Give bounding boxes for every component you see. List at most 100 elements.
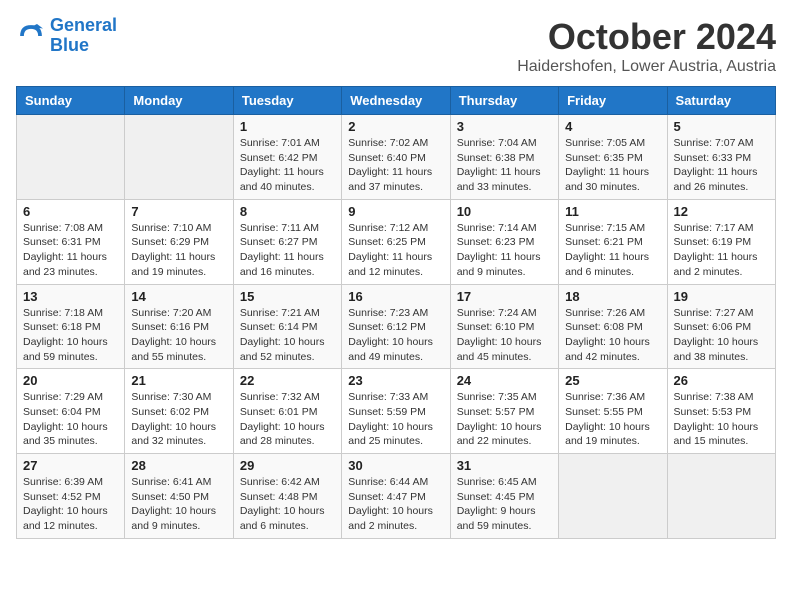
weekday-header: Saturday bbox=[667, 87, 775, 115]
day-info: Sunrise: 6:44 AM Sunset: 4:47 PM Dayligh… bbox=[348, 475, 443, 534]
calendar-cell: 16 Sunrise: 7:23 AM Sunset: 6:12 PM Dayli… bbox=[342, 284, 450, 369]
day-info: Sunrise: 7:15 AM Sunset: 6:21 PM Dayligh… bbox=[565, 221, 660, 280]
day-info: Sunrise: 7:08 AM Sunset: 6:31 PM Dayligh… bbox=[23, 221, 118, 280]
calendar-cell: 28Sunrise: 6:41 AM Sunset: 4:50 PM Dayli… bbox=[125, 454, 233, 539]
calendar-cell: 24 Sunrise: 7:35 AM Sunset: 5:57 PM Dayli… bbox=[450, 369, 558, 454]
day-number: 18 bbox=[565, 289, 660, 304]
day-info: Sunrise: 7:21 AM Sunset: 6:14 PM Dayligh… bbox=[240, 306, 335, 365]
calendar-cell: 10Sunrise: 7:14 AM Sunset: 6:23 PM Dayli… bbox=[450, 199, 558, 284]
day-info: Sunrise: 7:07 AM Sunset: 6:33 PM Dayligh… bbox=[674, 136, 769, 195]
day-number: 8 bbox=[240, 204, 335, 219]
calendar-cell: 15 Sunrise: 7:21 AM Sunset: 6:14 PM Dayli… bbox=[233, 284, 341, 369]
day-number: 22 bbox=[240, 373, 335, 388]
calendar-week-row: 20Sunrise: 7:29 AM Sunset: 6:04 PM Dayli… bbox=[17, 369, 776, 454]
day-number: 9 bbox=[348, 204, 443, 219]
day-number: 28 bbox=[131, 458, 226, 473]
day-info: Sunrise: 6:39 AM Sunset: 4:52 PM Dayligh… bbox=[23, 475, 118, 534]
calendar-cell: 18Sunrise: 7:26 AM Sunset: 6:08 PM Dayli… bbox=[559, 284, 667, 369]
weekday-header: Monday bbox=[125, 87, 233, 115]
calendar-week-row: 6Sunrise: 7:08 AM Sunset: 6:31 PM Daylig… bbox=[17, 199, 776, 284]
day-info: Sunrise: 7:36 AM Sunset: 5:55 PM Dayligh… bbox=[565, 390, 660, 449]
day-number: 17 bbox=[457, 289, 552, 304]
day-info: Sunrise: 7:11 AM Sunset: 6:27 PM Dayligh… bbox=[240, 221, 335, 280]
calendar-cell: 4 Sunrise: 7:05 AM Sunset: 6:35 PM Daylig… bbox=[559, 115, 667, 200]
day-number: 11 bbox=[565, 204, 660, 219]
calendar-cell: 17 Sunrise: 7:24 AM Sunset: 6:10 PM Dayli… bbox=[450, 284, 558, 369]
day-number: 10 bbox=[457, 204, 552, 219]
day-info: Sunrise: 7:17 AM Sunset: 6:19 PM Dayligh… bbox=[674, 221, 769, 280]
day-info: Sunrise: 6:42 AM Sunset: 4:48 PM Dayligh… bbox=[240, 475, 335, 534]
day-info: Sunrise: 7:33 AM Sunset: 5:59 PM Dayligh… bbox=[348, 390, 443, 449]
weekday-header: Tuesday bbox=[233, 87, 341, 115]
day-info: Sunrise: 7:05 AM Sunset: 6:35 PM Dayligh… bbox=[565, 136, 660, 195]
logo-icon bbox=[16, 21, 46, 51]
day-number: 3 bbox=[457, 119, 552, 134]
day-number: 2 bbox=[348, 119, 443, 134]
day-info: Sunrise: 7:32 AM Sunset: 6:01 PM Dayligh… bbox=[240, 390, 335, 449]
day-number: 16 bbox=[348, 289, 443, 304]
calendar-cell: 20Sunrise: 7:29 AM Sunset: 6:04 PM Dayli… bbox=[17, 369, 125, 454]
day-number: 14 bbox=[131, 289, 226, 304]
day-info: Sunrise: 7:24 AM Sunset: 6:10 PM Dayligh… bbox=[457, 306, 552, 365]
day-info: Sunrise: 7:18 AM Sunset: 6:18 PM Dayligh… bbox=[23, 306, 118, 365]
calendar-cell: 9 Sunrise: 7:12 AM Sunset: 6:25 PM Daylig… bbox=[342, 199, 450, 284]
day-number: 30 bbox=[348, 458, 443, 473]
day-number: 1 bbox=[240, 119, 335, 134]
calendar-cell: 22 Sunrise: 7:32 AM Sunset: 6:01 PM Dayli… bbox=[233, 369, 341, 454]
calendar-week-row: 27 Sunrise: 6:39 AM Sunset: 4:52 PM Dayli… bbox=[17, 454, 776, 539]
calendar-cell: 19 Sunrise: 7:27 AM Sunset: 6:06 PM Dayli… bbox=[667, 284, 775, 369]
weekday-header: Wednesday bbox=[342, 87, 450, 115]
day-number: 25 bbox=[565, 373, 660, 388]
weekday-header-row: SundayMondayTuesdayWednesdayThursdayFrid… bbox=[17, 87, 776, 115]
day-number: 21 bbox=[131, 373, 226, 388]
calendar-week-row: 1 Sunrise: 7:01 AM Sunset: 6:42 PM Daylig… bbox=[17, 115, 776, 200]
day-info: Sunrise: 7:12 AM Sunset: 6:25 PM Dayligh… bbox=[348, 221, 443, 280]
day-number: 12 bbox=[674, 204, 769, 219]
day-info: Sunrise: 7:29 AM Sunset: 6:04 PM Dayligh… bbox=[23, 390, 118, 449]
day-info: Sunrise: 7:27 AM Sunset: 6:06 PM Dayligh… bbox=[674, 306, 769, 365]
calendar-cell: 3 Sunrise: 7:04 AM Sunset: 6:38 PM Daylig… bbox=[450, 115, 558, 200]
calendar-cell: 26Sunrise: 7:38 AM Sunset: 5:53 PM Dayli… bbox=[667, 369, 775, 454]
calendar-cell: 6Sunrise: 7:08 AM Sunset: 6:31 PM Daylig… bbox=[17, 199, 125, 284]
day-number: 24 bbox=[457, 373, 552, 388]
weekday-header: Sunday bbox=[17, 87, 125, 115]
logo: General Blue bbox=[16, 16, 117, 56]
weekday-header: Thursday bbox=[450, 87, 558, 115]
calendar-cell: 8 Sunrise: 7:11 AM Sunset: 6:27 PM Daylig… bbox=[233, 199, 341, 284]
calendar-cell: 2Sunrise: 7:02 AM Sunset: 6:40 PM Daylig… bbox=[342, 115, 450, 200]
calendar-cell bbox=[667, 454, 775, 539]
day-number: 5 bbox=[674, 119, 769, 134]
calendar-cell: 29Sunrise: 6:42 AM Sunset: 4:48 PM Dayli… bbox=[233, 454, 341, 539]
header: General Blue October 2024 Haidershofen, … bbox=[16, 16, 776, 76]
day-number: 27 bbox=[23, 458, 118, 473]
calendar-cell: 5 Sunrise: 7:07 AM Sunset: 6:33 PM Daylig… bbox=[667, 115, 775, 200]
day-info: Sunrise: 7:35 AM Sunset: 5:57 PM Dayligh… bbox=[457, 390, 552, 449]
weekday-header: Friday bbox=[559, 87, 667, 115]
calendar-cell: 7 Sunrise: 7:10 AM Sunset: 6:29 PM Daylig… bbox=[125, 199, 233, 284]
calendar-cell bbox=[125, 115, 233, 200]
location-title: Haidershofen, Lower Austria, Austria bbox=[517, 58, 776, 76]
calendar-cell: 30 Sunrise: 6:44 AM Sunset: 4:47 PM Dayli… bbox=[342, 454, 450, 539]
calendar-cell: 31Sunrise: 6:45 AM Sunset: 4:45 PM Dayli… bbox=[450, 454, 558, 539]
calendar-cell bbox=[17, 115, 125, 200]
calendar-cell: 25 Sunrise: 7:36 AM Sunset: 5:55 PM Dayli… bbox=[559, 369, 667, 454]
calendar-cell: 12 Sunrise: 7:17 AM Sunset: 6:19 PM Dayli… bbox=[667, 199, 775, 284]
calendar-cell: 11 Sunrise: 7:15 AM Sunset: 6:21 PM Dayli… bbox=[559, 199, 667, 284]
calendar-cell: 27 Sunrise: 6:39 AM Sunset: 4:52 PM Dayli… bbox=[17, 454, 125, 539]
day-info: Sunrise: 7:01 AM Sunset: 6:42 PM Dayligh… bbox=[240, 136, 335, 195]
month-title: October 2024 bbox=[517, 16, 776, 58]
calendar-cell: 14Sunrise: 7:20 AM Sunset: 6:16 PM Dayli… bbox=[125, 284, 233, 369]
logo-text: General Blue bbox=[50, 16, 117, 56]
day-number: 19 bbox=[674, 289, 769, 304]
day-info: Sunrise: 7:04 AM Sunset: 6:38 PM Dayligh… bbox=[457, 136, 552, 195]
day-info: Sunrise: 7:23 AM Sunset: 6:12 PM Dayligh… bbox=[348, 306, 443, 365]
day-number: 4 bbox=[565, 119, 660, 134]
day-info: Sunrise: 6:45 AM Sunset: 4:45 PM Dayligh… bbox=[457, 475, 552, 534]
calendar-cell bbox=[559, 454, 667, 539]
calendar-cell: 21Sunrise: 7:30 AM Sunset: 6:02 PM Dayli… bbox=[125, 369, 233, 454]
day-number: 15 bbox=[240, 289, 335, 304]
day-number: 7 bbox=[131, 204, 226, 219]
day-info: Sunrise: 7:10 AM Sunset: 6:29 PM Dayligh… bbox=[131, 221, 226, 280]
title-area: October 2024 Haidershofen, Lower Austria… bbox=[517, 16, 776, 76]
calendar-week-row: 13Sunrise: 7:18 AM Sunset: 6:18 PM Dayli… bbox=[17, 284, 776, 369]
